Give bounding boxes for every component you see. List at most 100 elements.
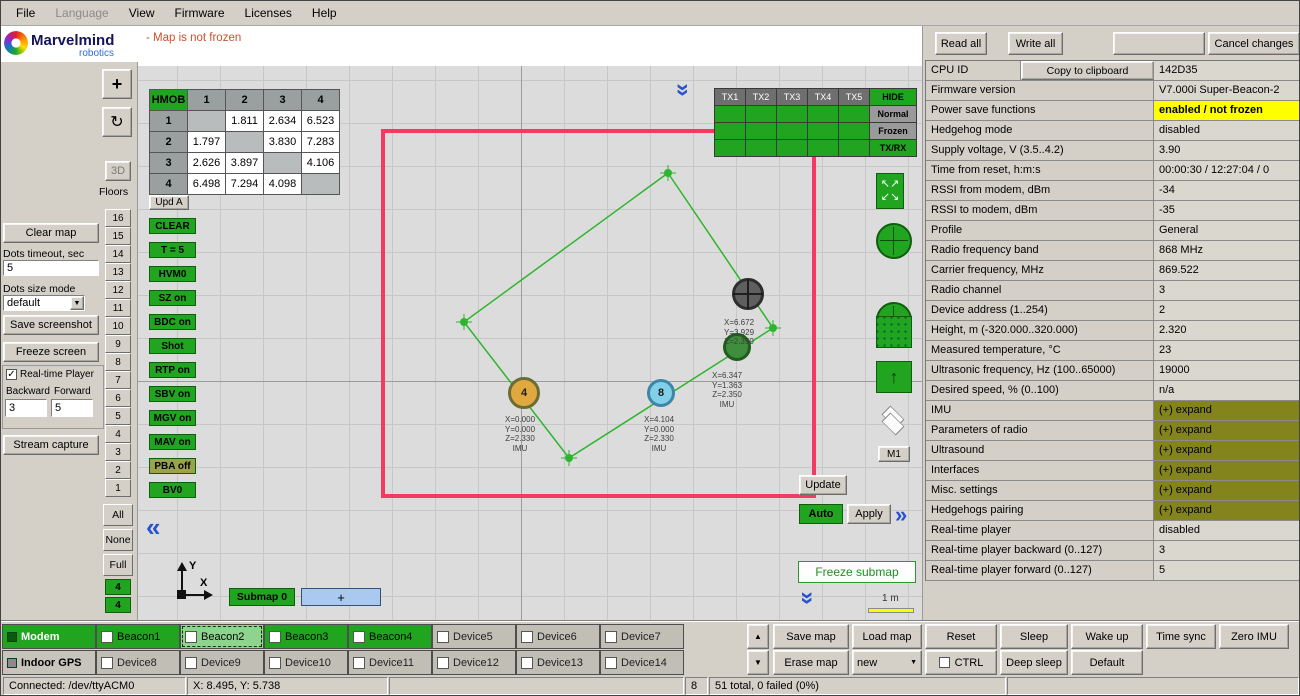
tx-cell[interactable] [839, 106, 869, 122]
ctrl-toggle[interactable]: CTRL [925, 650, 997, 675]
read-all-button[interactable]: Read all [935, 32, 987, 55]
submap-0-tab[interactable]: Submap 0 [229, 588, 295, 606]
map-button-bv0[interactable]: BV0 [149, 482, 196, 498]
map-mobile-beacon-8[interactable]: 8 [647, 379, 675, 407]
tx-frozen-button[interactable]: Frozen [870, 123, 916, 139]
save-screenshot-button[interactable]: Save screenshot [3, 315, 99, 335]
map-button-sz-on[interactable]: SZ on [149, 290, 196, 306]
chevrons-right-icon[interactable]: » [895, 504, 907, 526]
device-button-modem[interactable]: Modem [2, 624, 96, 649]
scroll-up-icon[interactable]: ▲ [747, 624, 769, 649]
tx-normal-button[interactable]: Normal [870, 106, 916, 122]
floor-button-16[interactable]: 16 [105, 209, 131, 227]
device-button-indoor-gps[interactable]: Indoor GPS [2, 650, 96, 675]
device-checkbox[interactable] [101, 657, 113, 669]
floors-all-button[interactable]: All [103, 504, 133, 526]
rotate-tool-icon[interactable]: ↻ [102, 107, 132, 137]
map-button-sbv-on[interactable]: SBV on [149, 386, 196, 402]
device-button-device11[interactable]: Device11 [348, 650, 432, 675]
device-button-beacon2[interactable]: Beacon2 [180, 624, 264, 649]
map-button-mgv-on[interactable]: MGV on [149, 410, 196, 426]
device-checkbox[interactable] [353, 657, 365, 669]
3d-view-button[interactable]: 3D [105, 161, 131, 181]
time-sync-button[interactable]: Time sync [1146, 624, 1216, 649]
tx-cell[interactable] [715, 140, 745, 156]
map-select-dropdown[interactable]: new ▼ [852, 650, 922, 675]
map-button-hvm0[interactable]: HVM0 [149, 266, 196, 282]
blank-button[interactable] [1113, 32, 1205, 55]
tx-cell[interactable] [808, 140, 838, 156]
dots-size-select[interactable]: default ▼ [3, 295, 85, 311]
scroll-down-icon[interactable]: ▼ [747, 650, 769, 675]
tx-cell[interactable] [808, 106, 838, 122]
device-checkbox[interactable] [269, 631, 281, 643]
tx-cell[interactable] [746, 140, 776, 156]
device-checkbox[interactable] [185, 631, 197, 643]
freeze-screen-button[interactable]: Freeze screen [3, 342, 99, 362]
auto-button[interactable]: Auto [799, 504, 843, 524]
floor-button-6[interactable]: 6 [105, 389, 131, 407]
floor-button-10[interactable]: 10 [105, 317, 131, 335]
floor-button-12[interactable]: 12 [105, 281, 131, 299]
floor-button-2[interactable]: 2 [105, 461, 131, 479]
property-value[interactable]: (+) expand [1154, 441, 1299, 460]
floor-button-5[interactable]: 5 [105, 407, 131, 425]
map-mobile-beacon-4[interactable]: 4 [508, 377, 540, 409]
map-button-clear[interactable]: CLEAR [149, 218, 196, 234]
floor-button-1[interactable]: 1 [105, 479, 131, 497]
device-button-device10[interactable]: Device10 [264, 650, 348, 675]
map-button-rtp-on[interactable]: RTP on [149, 362, 196, 378]
tx-cell[interactable] [715, 123, 745, 139]
tx-cell[interactable] [777, 106, 807, 122]
realtime-player-checkbox[interactable]: ✓ [6, 369, 17, 380]
cancel-changes-button[interactable]: Cancel changes [1208, 32, 1300, 55]
map-button-pba-off[interactable]: PBA off [149, 458, 196, 474]
property-value[interactable]: (+) expand [1154, 421, 1299, 440]
device-button-beacon4[interactable]: Beacon4 [348, 624, 432, 649]
tx-cell[interactable] [777, 123, 807, 139]
deep-sleep-button[interactable]: Deep sleep [1000, 650, 1068, 675]
reset-button[interactable]: Reset [925, 624, 997, 649]
device-button-device5[interactable]: Device5 [432, 624, 516, 649]
chevron-down-icon[interactable]: ▼ [70, 296, 84, 310]
device-checkbox[interactable] [605, 657, 617, 669]
stream-capture-button[interactable]: Stream capture [3, 435, 99, 455]
chevrons-down-icon[interactable]: » [801, 586, 814, 610]
copy-to-clipboard-button[interactable]: Copy to clipboard [1021, 61, 1154, 80]
device-checkbox[interactable] [437, 631, 449, 643]
floors-none-button[interactable]: None [103, 529, 133, 551]
menu-item-view[interactable]: View [120, 3, 164, 23]
erase-map-button[interactable]: Erase map [773, 650, 849, 675]
map-button-mav-on[interactable]: MAV on [149, 434, 196, 450]
map-button-t-5[interactable]: T = 5 [149, 242, 196, 258]
add-submap-button[interactable]: + [301, 588, 381, 606]
pan-tool-icon[interactable]: + [102, 69, 132, 99]
device-button-device7[interactable]: Device7 [600, 624, 684, 649]
floor-button-11[interactable]: 11 [105, 299, 131, 317]
chevrons-up-icon[interactable]: « [675, 78, 688, 102]
tx-cell[interactable] [777, 140, 807, 156]
write-all-button[interactable]: Write all [1008, 32, 1063, 55]
device-checkbox[interactable] [521, 657, 533, 669]
floor-button-3[interactable]: 3 [105, 443, 131, 461]
backward-input[interactable] [5, 399, 47, 417]
sleep-button[interactable]: Sleep [1000, 624, 1068, 649]
update-button[interactable]: Update [799, 475, 847, 495]
tx-cell[interactable] [839, 123, 869, 139]
tx-cell[interactable] [746, 123, 776, 139]
map-button-bdc-on[interactable]: BDC on [149, 314, 196, 330]
tx-cell[interactable] [808, 123, 838, 139]
zero-imu-button[interactable]: Zero IMU [1219, 624, 1289, 649]
tx-cell[interactable] [715, 106, 745, 122]
floor-button-13[interactable]: 13 [105, 263, 131, 281]
floor-button-15[interactable]: 15 [105, 227, 131, 245]
floor-button-9[interactable]: 9 [105, 335, 131, 353]
beacon-icon[interactable] [876, 223, 912, 259]
save-map-button[interactable]: Save map [773, 624, 849, 649]
fit-to-view-icon[interactable]: ↖↗↙↘ [876, 173, 904, 209]
property-value[interactable]: (+) expand [1154, 401, 1299, 420]
menu-item-file[interactable]: File [7, 3, 44, 23]
tx-txrx-button[interactable]: TX/RX [870, 140, 916, 156]
default-button[interactable]: Default [1071, 650, 1143, 675]
dots-timeout-input[interactable] [3, 260, 99, 276]
